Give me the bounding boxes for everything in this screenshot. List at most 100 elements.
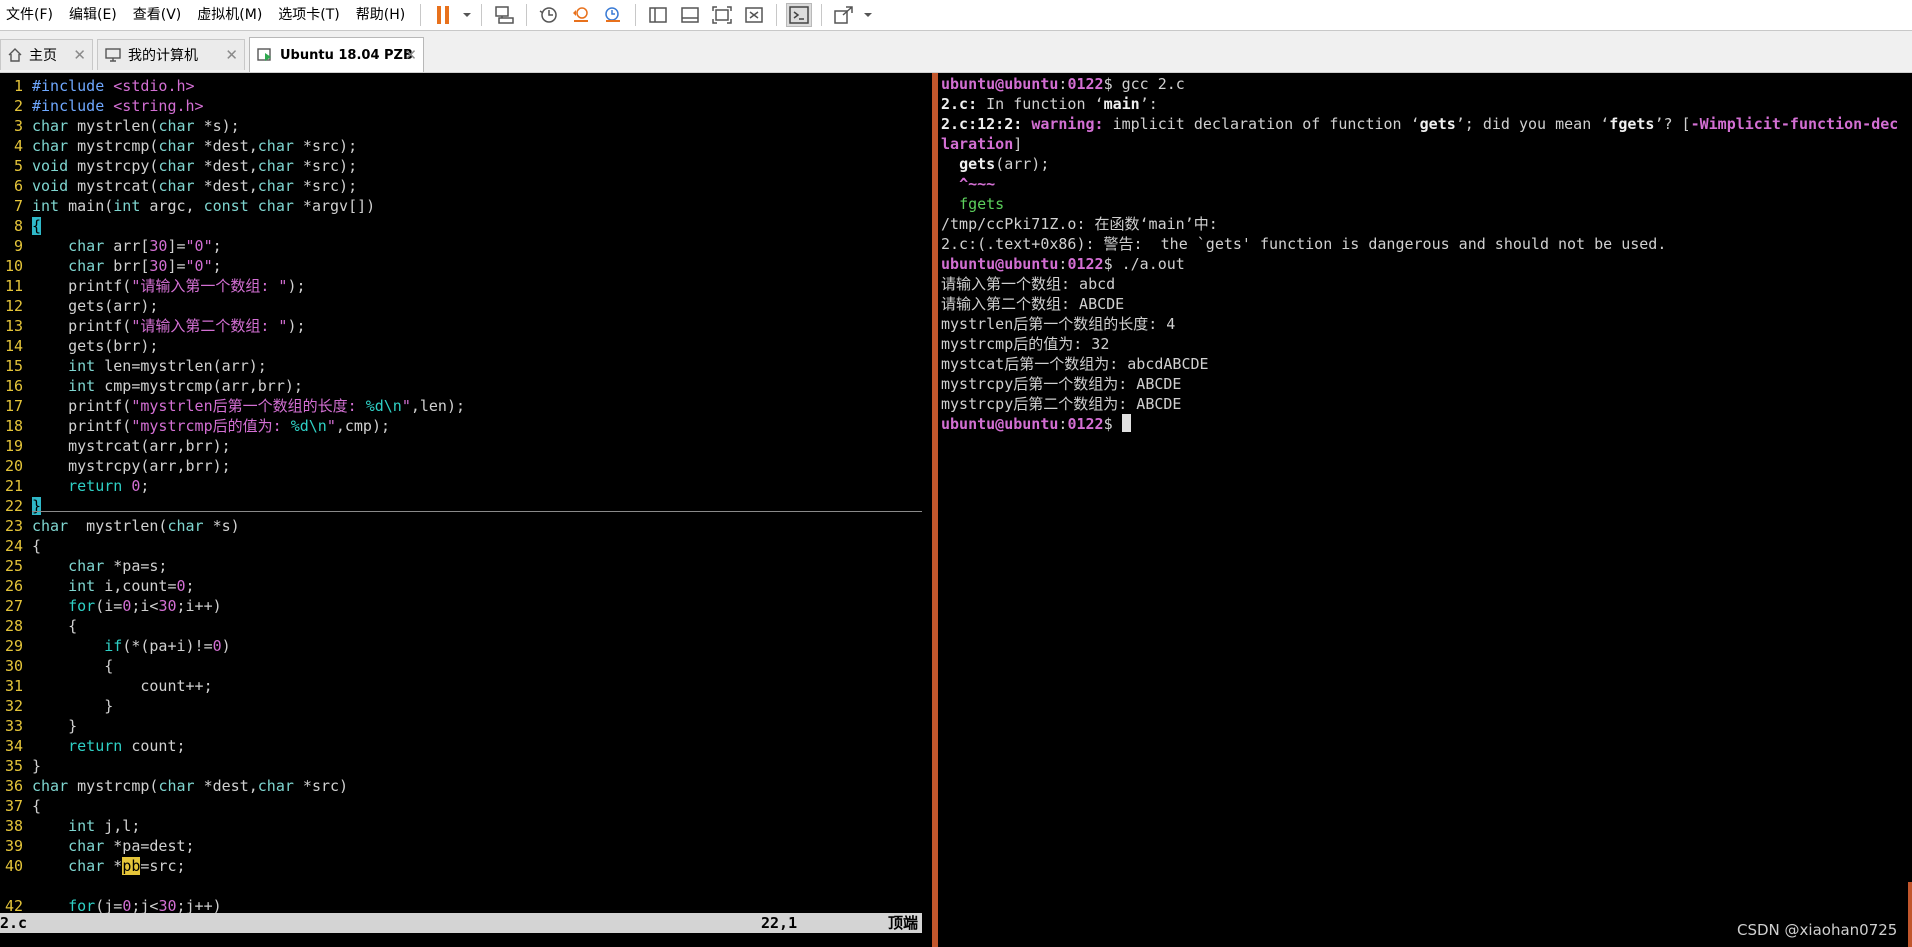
code-text: void mystrcat(char *dest,char *src); <box>32 177 358 195</box>
vm-console[interactable]: 1 #include <stdio.h> 2 #include <string.h> 3… <box>0 73 1912 947</box>
fullscreen-button[interactable] <box>709 3 735 27</box>
terminal-line: ubuntu@ubuntu:0122$ <box>941 414 1898 434</box>
stretch-button[interactable] <box>831 3 857 27</box>
code-text: return 0; <box>68 477 150 495</box>
line-number: 14 <box>4 337 23 355</box>
code-text: char *pb=src; <box>68 857 186 875</box>
close-icon[interactable]: ✕ <box>225 46 238 64</box>
code-line: 8{ <box>0 216 922 236</box>
line-number: 27 <box>4 597 23 615</box>
thumbnail-bar-icon <box>681 7 699 23</box>
line-number: 29 <box>4 637 23 655</box>
line-number: 17 <box>4 397 23 415</box>
vim-editor-pane[interactable]: 1 #include <stdio.h> 2 #include <string.h> 3… <box>0 73 922 947</box>
line-number: 38 <box>4 817 23 835</box>
line-number: 40 <box>4 857 23 875</box>
code-line: 38 int j,l; <box>0 816 922 836</box>
code-text: char *pa=dest; <box>68 837 195 855</box>
menu-view[interactable]: 查看(V) <box>126 8 191 22</box>
terminal-line: ubuntu@ubuntu:0122$ ./a.out <box>941 255 1185 273</box>
terminal-line: ^~~~ <box>959 175 996 193</box>
menu-help[interactable]: 帮助(H) <box>349 8 414 22</box>
line-number: 36 <box>4 777 23 795</box>
line-number: 32 <box>4 697 23 715</box>
tab-ubuntu-vm[interactable]: Ubuntu 18.04 PZB ✕ <box>249 37 424 72</box>
code-text: { <box>32 657 114 675</box>
code-text: char mystrcmp(char *dest,char *src); <box>32 137 358 155</box>
pause-button[interactable] <box>430 3 456 27</box>
line-number: 28 <box>4 617 23 635</box>
toolbar-separator <box>635 4 637 26</box>
pane-divider[interactable] <box>932 73 938 947</box>
code-line: 27 for(i=0;i<30;i++) <box>0 596 922 616</box>
code-line: 21 return 0; <box>0 476 922 496</box>
code-text: } <box>32 757 42 775</box>
code-line: 23 char mystrlen(char *s) <box>0 516 922 536</box>
code-line: 2 #include <string.h> <box>0 96 922 116</box>
snapshot-manager-icon <box>605 7 621 22</box>
toolbar-separator <box>420 4 422 26</box>
snapshot-manager-button[interactable] <box>600 3 626 27</box>
line-number: 37 <box>4 797 23 815</box>
code-line: 15 int len=mystrlen(arr); <box>0 356 922 376</box>
code-line: 28 { <box>0 616 922 636</box>
toolbar-separator <box>821 4 823 26</box>
tab-home[interactable]: 主页 ✕ <box>0 39 93 70</box>
code-text: mystrcpy(arr,brr); <box>32 457 231 475</box>
pause-dropdown[interactable] <box>459 11 475 19</box>
line-number: 13 <box>4 317 23 335</box>
sidebar-icon <box>649 7 667 23</box>
snapshot-button[interactable] <box>536 3 562 27</box>
line-number: 12 <box>4 297 23 315</box>
code-text: int main(int argc, const char *argv[]) <box>32 197 376 215</box>
toolbar-separator <box>526 4 528 26</box>
send-ctrl-alt-del-button[interactable] <box>491 3 517 27</box>
line-number: 33 <box>4 717 23 735</box>
code-text: { <box>32 217 42 235</box>
vm-running-icon <box>256 47 274 63</box>
line-number: 25 <box>4 557 23 575</box>
code-text: #include <string.h> <box>32 97 204 115</box>
watermark: CSDN @xiaohan0725 <box>1737 921 1898 939</box>
terminal-pane[interactable]: ubuntu@ubuntu:0122$ gcc 2.c 2.c: In funct… <box>941 73 1912 947</box>
menu-tabs[interactable]: 选项卡(T) <box>271 8 348 22</box>
close-icon[interactable]: ✕ <box>73 46 86 64</box>
stretch-icon <box>834 6 853 24</box>
menu-file[interactable]: 文件(F) <box>0 8 62 22</box>
unity-button[interactable] <box>741 3 767 27</box>
line-number: 9 <box>13 237 23 255</box>
menu-vm[interactable]: 虚拟机(M) <box>190 8 271 22</box>
line-number: 4 <box>13 137 23 155</box>
code-line: 33 } <box>0 716 922 736</box>
close-icon[interactable]: ✕ <box>404 46 417 64</box>
code-line: 5 void mystrcpy(char *dest,char *src); <box>0 156 922 176</box>
line-number: 2 <box>13 97 23 115</box>
code-line: 31 count++; <box>0 676 922 696</box>
revert-snapshot-button[interactable] <box>568 3 594 27</box>
code-line: 25 char *pa=s; <box>0 556 922 576</box>
code-line: 17 printf("mystrlen后第一个数组的长度: %d\n",len)… <box>0 396 922 416</box>
terminal-line: mystrcpy后第二个数组为: ABCDE <box>941 395 1182 413</box>
sidebar-button[interactable] <box>645 3 671 27</box>
line-number: 35 <box>4 757 23 775</box>
tab-my-computer[interactable]: 我的计算机 ✕ <box>97 39 245 70</box>
code-text: char mystrlen(char *s); <box>32 117 240 135</box>
line-number: 21 <box>4 477 23 495</box>
line-number: 1 <box>13 77 23 95</box>
code-text: char *pa=s; <box>68 557 168 575</box>
console-view-button[interactable] <box>786 3 813 27</box>
code-line: 22} <box>0 496 922 516</box>
menu-edit[interactable]: 编辑(E) <box>62 8 126 22</box>
terminal-line: gets(arr); <box>959 155 1050 173</box>
stretch-dropdown[interactable] <box>860 11 876 19</box>
chevron-down-icon <box>864 13 873 17</box>
code-line: 30 { <box>0 656 922 676</box>
code-line: 12 gets(arr); <box>0 296 922 316</box>
code-line: 13 printf("请输入第二个数组: "); <box>0 316 922 336</box>
code-text: { <box>32 537 42 555</box>
thumbnail-bar-button[interactable] <box>677 3 703 27</box>
tab-label: 我的计算机 <box>128 48 198 64</box>
code-line: 10 char brr[30]="0"; <box>0 256 922 276</box>
terminal-line: mystrcmp后的值为: 32 <box>941 335 1110 353</box>
terminal-scrollbar[interactable] <box>1908 882 1912 947</box>
